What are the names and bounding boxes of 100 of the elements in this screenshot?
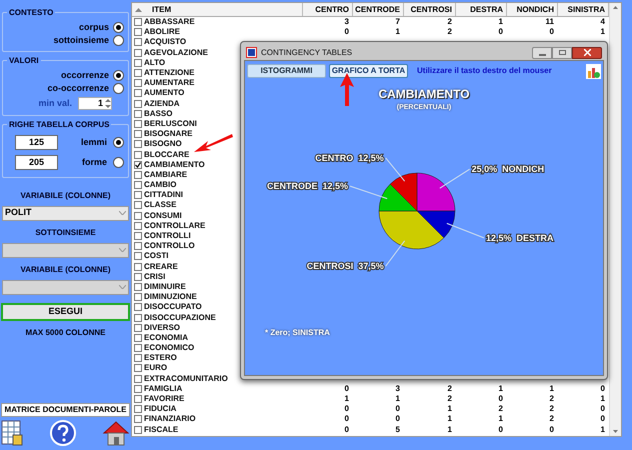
chart-tab[interactable]: ISTOGRAMMI	[247, 64, 326, 78]
row-checkbox[interactable]	[134, 252, 142, 260]
row-checkbox[interactable]	[134, 110, 142, 118]
row-checkbox[interactable]	[134, 150, 142, 159]
row-checkbox[interactable]	[134, 344, 142, 352]
spreadsheet-icon[interactable]	[1, 420, 23, 446]
row-checkbox[interactable]	[134, 79, 142, 88]
radio-button[interactable]	[113, 137, 124, 148]
count-cell-text: 1	[394, 27, 401, 38]
help-icon[interactable]	[50, 420, 76, 446]
row-checkbox[interactable]	[134, 18, 142, 26]
radio-button[interactable]	[113, 83, 124, 94]
row-checkbox[interactable]	[134, 262, 142, 271]
chevron-icon	[119, 285, 126, 289]
column-header[interactable]: ITEM	[132, 3, 303, 16]
count-cell-text: 1	[600, 27, 606, 38]
count-cell-text: 0	[344, 384, 350, 394]
scrollbar[interactable]	[609, 3, 621, 436]
row-checkbox[interactable]	[134, 89, 142, 98]
row-checkbox[interactable]	[134, 395, 142, 404]
row-checkbox[interactable]	[134, 272, 142, 281]
close-button[interactable]	[572, 46, 602, 58]
row-checkbox[interactable]	[134, 170, 142, 179]
row-checkbox[interactable]	[134, 314, 142, 322]
count-cell-text: 0	[498, 394, 504, 404]
row-checkbox[interactable]	[134, 354, 142, 362]
row-checkbox[interactable]	[134, 324, 142, 332]
run-button[interactable]: ESEGUI	[1, 302, 130, 320]
maximize-button[interactable]	[552, 46, 572, 58]
min-value-label: min val.	[38, 97, 72, 110]
row-checkbox[interactable]	[134, 426, 142, 434]
item-cell: BISOGNO	[144, 139, 182, 150]
count-cell-text: 3	[394, 384, 401, 394]
row-checkbox[interactable]	[134, 130, 142, 138]
row-checkbox[interactable]	[134, 334, 142, 342]
bar-chart-icon[interactable]	[586, 64, 601, 78]
row-checkbox[interactable]	[134, 384, 142, 393]
row-checkbox[interactable]	[134, 405, 142, 414]
row-checkbox[interactable]	[134, 374, 142, 383]
count-cell-text: 5	[394, 424, 401, 435]
window-title: CONTINGENCY TABLES	[261, 46, 352, 58]
scroll-up-icon[interactable]	[613, 6, 618, 9]
row-checkbox[interactable]	[134, 201, 142, 210]
count-cell-text: 3	[344, 17, 350, 28]
item-cell: CRISI	[144, 272, 166, 282]
row-checkbox[interactable]	[134, 222, 142, 230]
leader-line	[446, 222, 484, 238]
row-checkbox[interactable]	[134, 293, 142, 302]
minimize-button[interactable]	[532, 46, 552, 58]
item-cell: DISOCCUPATO	[144, 302, 202, 312]
row-checkbox[interactable]	[134, 191, 142, 200]
row-checkbox[interactable]	[134, 415, 142, 424]
count-cell-text: 7	[394, 17, 401, 28]
row-checkbox[interactable]	[134, 120, 142, 128]
item-cell: BISOGNARE	[144, 129, 192, 140]
count-cell-text: 0	[344, 424, 350, 435]
spin-field[interactable]: 1	[78, 97, 112, 110]
row-checkbox[interactable]	[134, 69, 142, 78]
item-cell: BERLUSCONI	[144, 118, 197, 129]
pointer-arrow-icon	[194, 132, 234, 154]
count-field[interactable]: 205	[15, 155, 58, 170]
count-cell-text: 2	[548, 394, 555, 404]
row-checkbox[interactable]	[134, 28, 142, 36]
chart-tab[interactable]: GRAFICO A TORTA	[329, 64, 408, 78]
item-cell: DIMINUIRE	[144, 282, 186, 292]
row-checkbox[interactable]	[134, 58, 142, 67]
row-checkbox[interactable]	[134, 282, 142, 291]
dropdown[interactable]: POLIT	[2, 206, 129, 220]
row-checkbox[interactable]	[134, 232, 142, 240]
radio-button[interactable]	[113, 157, 124, 168]
row-checkbox[interactable]	[134, 181, 142, 190]
select-label: SOTTOINSIEME	[35, 226, 96, 238]
row-checkbox[interactable]	[134, 38, 142, 46]
radio-button[interactable]	[113, 22, 124, 33]
radio-label: corpus	[78, 20, 109, 34]
radio-button[interactable]	[113, 70, 124, 81]
count-cell-text: 2	[446, 394, 453, 404]
count-cell-text: 0	[394, 414, 401, 424]
row-checkbox[interactable]	[134, 303, 142, 312]
column-header[interactable]: NONDICH	[507, 3, 558, 16]
row-checkbox[interactable]	[134, 212, 142, 220]
row-checkbox[interactable]	[134, 100, 142, 108]
count-cell-text: 1	[600, 394, 606, 404]
row-checkbox[interactable]	[134, 48, 142, 57]
chart-note: * Zero; SINISTRA	[265, 327, 330, 339]
home-icon[interactable]	[102, 420, 130, 446]
row-checkbox[interactable]	[134, 160, 142, 169]
radio-button[interactable]	[113, 35, 124, 46]
item-cell: ALTO	[144, 58, 166, 68]
count-field[interactable]: 125	[15, 135, 58, 150]
count-cell-text: 0	[600, 384, 606, 394]
column-header[interactable]: CENTRODE	[353, 3, 404, 16]
column-header[interactable]: CENTROSI	[404, 3, 456, 16]
scroll-down-icon[interactable]	[613, 430, 618, 433]
count-cell-text: 0	[498, 424, 504, 435]
row-checkbox[interactable]	[134, 140, 142, 148]
column-header[interactable]: DESTRA	[456, 3, 507, 16]
column-header[interactable]: CENTRO	[303, 3, 353, 16]
row-checkbox[interactable]	[134, 364, 142, 372]
row-checkbox[interactable]	[134, 242, 142, 250]
